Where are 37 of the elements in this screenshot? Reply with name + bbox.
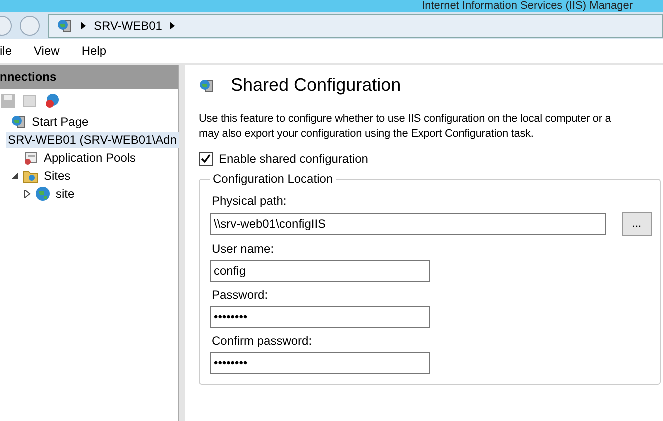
- tree-item[interactable]: SRV-WEB01 (SRV-WEB01\Adn: [6, 132, 179, 148]
- group-title: Configuration Location: [212, 172, 334, 186]
- tree-item[interactable]: Start Page: [30, 114, 91, 130]
- server-icon: [11, 114, 27, 130]
- page-title: Shared Configuration: [231, 75, 402, 96]
- input-field[interactable]: ••••••••: [210, 306, 430, 328]
- menu-item[interactable]: Help: [82, 44, 106, 58]
- enable-checkbox[interactable]: Enable shared configuration: [199, 152, 663, 166]
- breadcrumb-arrow-icon: [81, 22, 86, 30]
- input-field[interactable]: \\srv-web01\configIIS: [210, 213, 606, 235]
- breadcrumb-arrow-icon: [170, 22, 176, 30]
- address-bar[interactable]: SRV-WEB01: [48, 14, 663, 38]
- field-label: User name:: [212, 242, 276, 256]
- panel-header: nnections: [0, 65, 178, 89]
- forward-button[interactable]: [20, 16, 40, 36]
- field-label: Password:: [212, 288, 270, 302]
- checkmark-icon: [201, 154, 211, 164]
- expanded-arrow-icon[interactable]: [12, 172, 20, 180]
- menu-item[interactable]: ile: [0, 44, 12, 58]
- tree-item[interactable]: Sites: [42, 168, 73, 184]
- breadcrumb[interactable]: SRV-WEB01: [94, 18, 162, 32]
- browse-button[interactable]: ...: [622, 212, 652, 236]
- server-icon: [199, 78, 215, 94]
- window-title: Internet Information Services (IIS) Manager: [422, 0, 633, 12]
- input-field[interactable]: config: [210, 260, 430, 282]
- field-label: Physical path:: [212, 194, 288, 208]
- collapsed-arrow-icon[interactable]: [24, 190, 32, 198]
- tree-item[interactable]: site: [54, 186, 77, 202]
- tree-item[interactable]: Application Pools: [42, 150, 138, 166]
- server-icon: [57, 18, 73, 34]
- application-pools-icon: [23, 150, 39, 166]
- save-icon[interactable]: [0, 93, 16, 109]
- menu-item[interactable]: View: [34, 44, 60, 58]
- description: Use this feature to configure whether to use IIS configuration on the local computer or a may also export your configuration using the Export Configuration task.: [199, 112, 612, 142]
- globe-icon: [35, 186, 51, 202]
- input-field[interactable]: ••••••••: [210, 352, 430, 374]
- field-label: Confirm password:: [212, 334, 314, 348]
